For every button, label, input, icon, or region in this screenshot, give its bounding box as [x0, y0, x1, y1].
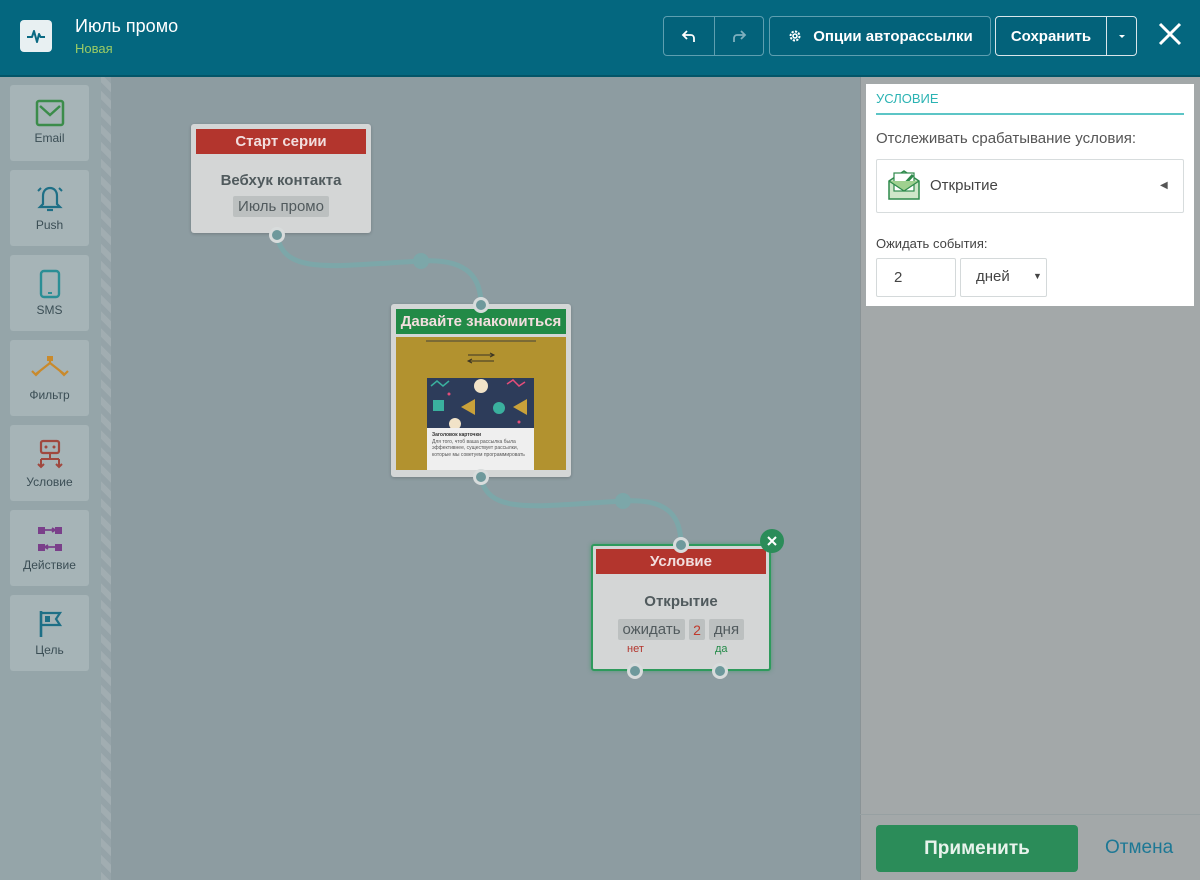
campaign-title[interactable]: Июль промо — [75, 16, 178, 37]
canvas-edge — [101, 77, 111, 880]
palette-item-label: Условие — [26, 475, 73, 489]
wait-event-label: Ожидать события: — [876, 236, 988, 251]
condition-icon — [36, 439, 63, 469]
campaign-options-label: Опции авторассылки — [813, 27, 973, 45]
action-icon — [37, 527, 62, 551]
top-bar: Июль промо Новая Опции авторассылки Сохр… — [0, 0, 1200, 77]
condition-no-output-port[interactable] — [627, 663, 643, 679]
start-node-title: Вебхук контакта — [220, 172, 342, 189]
email-preview-header-line — [426, 340, 536, 342]
caret-left-icon: ◀ — [1160, 180, 1168, 191]
wait-duration-input[interactable] — [876, 258, 956, 297]
cancel-button[interactable]: Отмена — [1105, 837, 1173, 859]
palette-item-label: Фильтр — [29, 388, 70, 402]
condition-wait-unit: дня — [709, 619, 744, 640]
condition-type-value: Открытие — [930, 177, 998, 194]
condition-node-title: Открытие — [644, 593, 718, 610]
condition-type-select[interactable] — [876, 159, 1184, 213]
redo-button[interactable] — [714, 16, 764, 56]
email-icon — [35, 99, 64, 127]
caret-down-icon: ▼ — [1033, 271, 1042, 281]
email-preview-card: Заголовок карточки Для того, чтоб ваша р… — [427, 428, 534, 470]
save-button[interactable]: Сохранить — [995, 16, 1107, 56]
email-node[interactable]: Давайте знакомиться Заголовок карточки Д… — [391, 304, 571, 477]
start-node[interactable]: Старт серии Вебхук контакта Июль промо — [191, 124, 371, 233]
bell-icon — [36, 186, 63, 212]
campaign-status: Новая — [75, 41, 113, 56]
email-preview-pattern — [427, 378, 534, 430]
condition-yes-output-port[interactable] — [712, 663, 728, 679]
palette-item-label: Push — [35, 218, 64, 232]
condition-no-branch-label: нет — [627, 643, 644, 655]
panel-footer-divider — [860, 814, 1200, 815]
campaign-options-button[interactable]: Опции авторассылки — [769, 16, 991, 56]
email-preview-card-text: Для того, чтоб ваша рассылка была эффект… — [432, 438, 525, 458]
caret-down-icon — [1118, 35, 1125, 38]
wait-unit-value: дней — [976, 268, 1010, 285]
start-node-output-port[interactable] — [269, 227, 285, 243]
palette-item-label: Действие — [23, 558, 76, 572]
palette-item-sms[interactable]: SMS — [10, 255, 89, 331]
phone-icon — [39, 269, 60, 299]
condition-wait-value: 2 — [689, 619, 705, 640]
app-logo-icon[interactable] — [20, 20, 52, 52]
email-preview-thumbnail: Заголовок карточки Для того, чтоб ваша р… — [396, 337, 566, 470]
palette-item-push[interactable]: Push — [10, 170, 89, 246]
palette-item-email[interactable]: Email — [10, 85, 89, 161]
panel-heading: УСЛОВИЕ — [876, 91, 939, 106]
undo-button[interactable] — [663, 16, 715, 56]
email-node-output-port[interactable] — [473, 469, 489, 485]
email-preview-arrows-icon — [466, 352, 496, 364]
save-dropdown-button[interactable] — [1106, 16, 1137, 56]
flag-icon — [39, 611, 62, 637]
palette-item-label: Email — [34, 131, 65, 145]
close-icon — [1158, 22, 1182, 46]
close-icon — [767, 536, 777, 546]
gear-icon — [789, 30, 801, 42]
filter-icon — [30, 356, 69, 377]
redo-icon — [733, 30, 747, 42]
remove-node-button[interactable] — [760, 529, 784, 553]
palette-item-goal[interactable]: Цель — [10, 595, 89, 671]
palette-item-label: Цель — [35, 643, 64, 657]
condition-yes-branch-label: да — [715, 643, 728, 655]
palette-item-action[interactable]: Действие — [10, 510, 89, 586]
panel-heading-divider — [876, 113, 1184, 115]
close-button[interactable] — [1156, 20, 1184, 48]
track-condition-label: Отслеживать срабатывание условия: — [876, 130, 1137, 147]
palette-item-condition[interactable]: Условие — [10, 425, 89, 501]
email-opened-icon — [888, 170, 920, 200]
start-node-tag: Июль промо — [233, 196, 329, 217]
palette-item-filter[interactable]: Фильтр — [10, 340, 89, 416]
undo-icon — [681, 30, 695, 42]
start-node-header: Старт серии — [196, 129, 366, 154]
condition-node-input-port[interactable] — [673, 537, 689, 553]
palette-item-label: SMS — [36, 303, 63, 317]
condition-node[interactable]: Условие Открытие ожидать 2 дня нет да — [591, 544, 771, 671]
email-node-input-port[interactable] — [473, 297, 489, 313]
apply-button[interactable]: Применить — [876, 825, 1078, 872]
condition-wait-label: ожидать — [618, 619, 685, 640]
